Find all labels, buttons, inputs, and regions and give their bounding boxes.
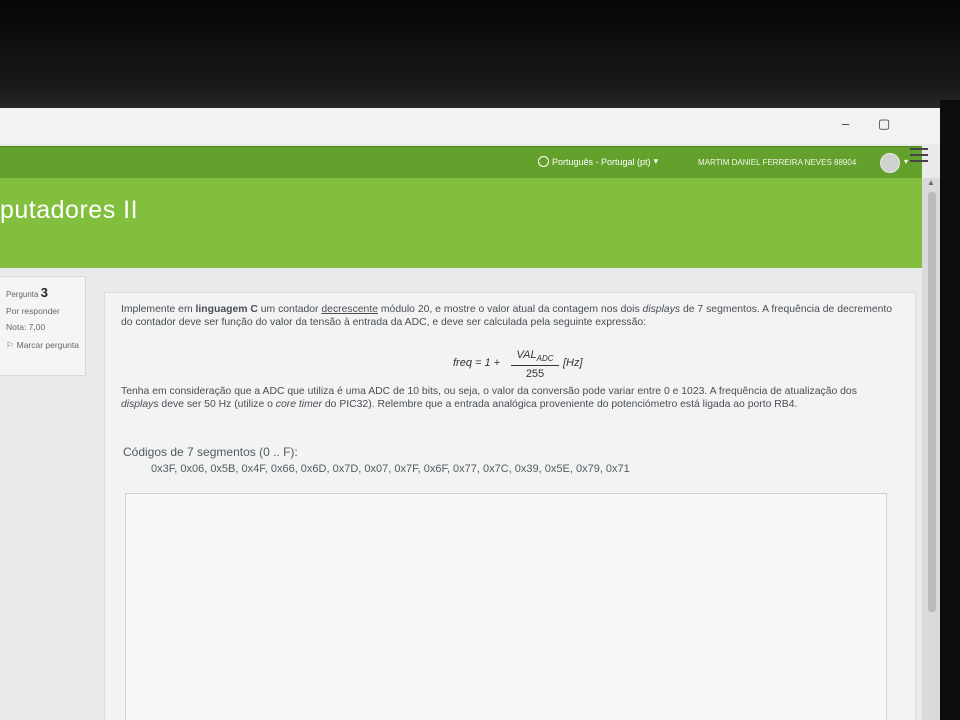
language-label: Português - Portugal (pt): [552, 156, 651, 167]
user-menu-chevron-icon[interactable]: ▾: [904, 157, 908, 166]
chevron-down-icon: ▾: [653, 156, 659, 166]
question-grade: Nota: 7,00: [6, 322, 46, 332]
formula-unit: [Hz]: [563, 357, 583, 369]
minimize-button[interactable]: –: [842, 116, 849, 131]
segment-codes-list: 0x3F, 0x06, 0x5B, 0x4F, 0x66, 0x6D, 0x7D…: [151, 463, 630, 475]
formula-fraction: VALADC 255: [511, 349, 559, 380]
hamburger-menu-icon[interactable]: [910, 148, 928, 162]
course-header: putadores II: [0, 178, 922, 268]
globe-icon: [538, 156, 549, 167]
fraction-bar: [511, 365, 559, 367]
answer-textarea[interactable]: [125, 493, 887, 720]
formula-lhs: freq = 1 +: [453, 357, 501, 369]
flag-question-toggle[interactable]: ⚐ Marcar pergunta: [6, 340, 81, 351]
segment-codes-title: Códigos de 7 segmentos (0 .. F):: [123, 445, 298, 459]
question-status: Por responder: [6, 306, 60, 316]
question-info-panel: Pergunta 3 Por responder Nota: 7,00 ⚐ Ma…: [0, 276, 86, 376]
question-text-paragraph-2: Tenha em consideração que a ADC que util…: [121, 386, 857, 410]
window-titlebar: – ▢: [0, 108, 942, 144]
formula-numerator: VALADC: [516, 349, 554, 364]
question-content: Implemente em linguagem C um contador de…: [104, 292, 916, 720]
user-name[interactable]: MARTIM DANIEL FERREIRA NEVES 88904: [698, 158, 856, 167]
language-menu[interactable]: Português - Portugal (pt) ▾: [538, 156, 658, 167]
question-number: Pergunta 3: [6, 285, 48, 300]
browser-screen: – ▢ Português - Portugal (pt) ▾ MARTIM D…: [0, 108, 942, 720]
monitor-bezel-top: [0, 0, 960, 110]
scroll-thumb[interactable]: [928, 192, 936, 612]
maximize-button[interactable]: ▢: [878, 116, 890, 132]
formula-denominator: 255: [525, 368, 545, 381]
monitor-bezel-right: [940, 100, 960, 720]
top-navbar: Português - Portugal (pt) ▾ MARTIM DANIE…: [0, 146, 922, 178]
avatar[interactable]: [880, 153, 900, 173]
flag-label: Marcar pergunta: [16, 340, 79, 350]
course-title: putadores II: [0, 196, 139, 224]
scroll-up-arrow-icon[interactable]: ▲: [927, 178, 935, 187]
flag-icon: ⚐: [6, 340, 14, 350]
question-text-paragraph: Implemente em linguagem C um contador de…: [121, 304, 893, 328]
vertical-scrollbar[interactable]: ▲: [922, 178, 942, 720]
